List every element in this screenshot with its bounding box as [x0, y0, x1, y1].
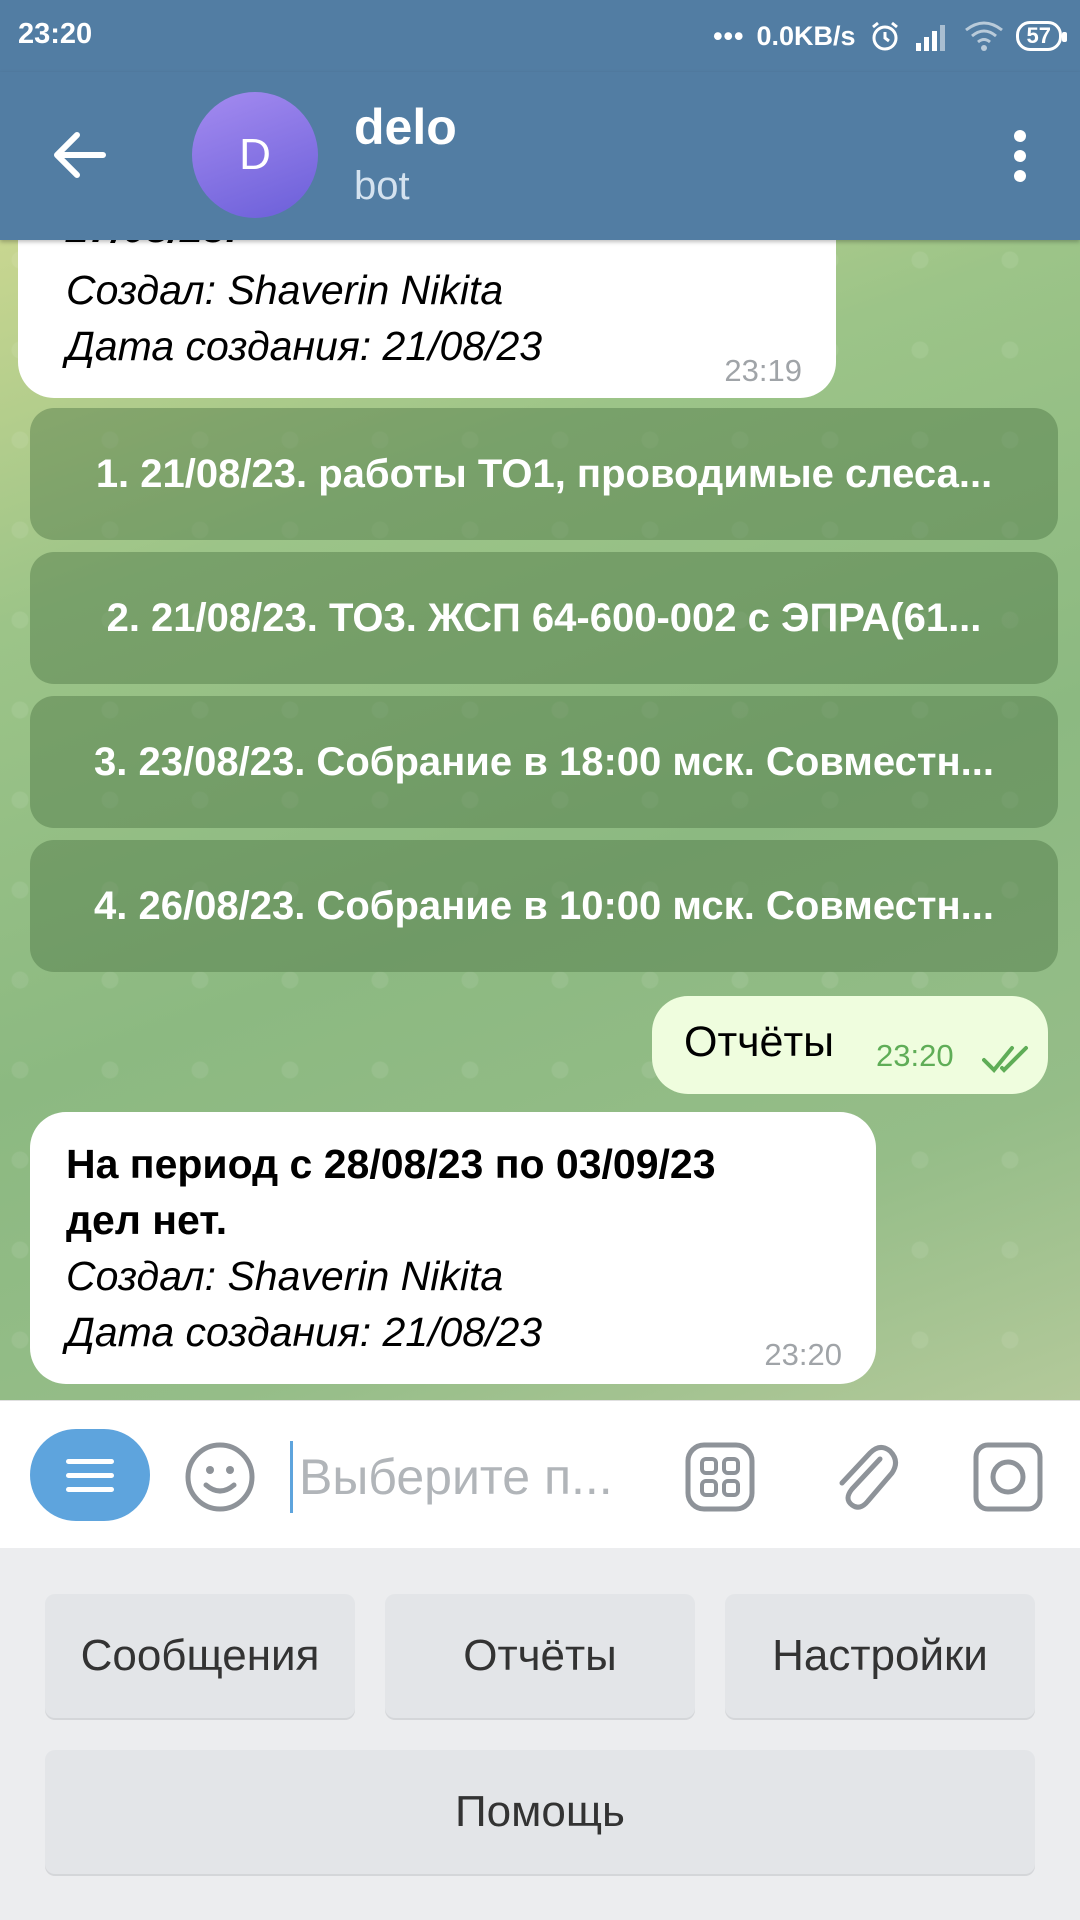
arrow-left-icon [54, 132, 106, 178]
inline-button-4[interactable]: 4. 26/08/23. Собрание в 10:00 мск. Совме… [30, 840, 1058, 972]
message-creator: Создал: Shaverin Nikita [66, 267, 504, 313]
alarm-icon [871, 21, 898, 51]
network-speed: 0.0KB/s [756, 20, 856, 51]
outgoing-message[interactable]: Отчёты 23:20 [652, 996, 1048, 1094]
wifi-icon [964, 21, 1003, 51]
double-check-icon [982, 1046, 1028, 1073]
message-text-line: дел нет. [66, 1197, 228, 1243]
chat-subtitle: bot [354, 164, 410, 208]
message-text-line: На период с 28/08/23 по 03/09/23 [66, 1141, 716, 1187]
message-date: Дата создания: 21/08/23 [66, 323, 543, 369]
inline-button-1[interactable]: 1. 21/08/23. работы ТО1, проводимые слес… [30, 408, 1058, 540]
inline-button-label: 2. 21/08/23. ТО3. ЖСП 64-600-002 с ЭПРА(… [106, 595, 982, 640]
message-date: Дата создания: 21/08/23 [66, 1309, 543, 1355]
camera-icon[interactable] [972, 1441, 1044, 1513]
incoming-message[interactable]: На период с 28/08/23 по 03/09/23 дел нет… [30, 1112, 876, 1384]
paperclip-icon[interactable] [828, 1437, 900, 1513]
message-text: Отчёты [684, 1018, 835, 1066]
inline-button-label: 1. 21/08/23. работы ТО1, проводимые слес… [95, 451, 993, 496]
message-creator: Создал: Shaverin Nikita [66, 1253, 504, 1299]
emoji-icon[interactable] [184, 1441, 256, 1513]
more-notifications-icon: ••• [713, 20, 745, 51]
bot-menu-button[interactable] [30, 1429, 150, 1521]
inline-button-2[interactable]: 2. 21/08/23. ТО3. ЖСП 64-600-002 с ЭПРА(… [30, 552, 1058, 684]
message-time: 23:20 [764, 1337, 842, 1372]
status-bar: 23:20 ••• 0.0KB/s 57 [0, 0, 1080, 72]
avatar[interactable]: D [192, 92, 318, 218]
keyboard-button-settings[interactable]: Настройки [725, 1594, 1035, 1718]
inline-button-3[interactable]: 3. 23/08/23. Собрание в 18:00 мск. Совме… [30, 696, 1058, 828]
keyboard-button-help[interactable]: Помощь [45, 1750, 1035, 1874]
bot-keyboard: Сообщения Отчёты Настройки Помощь [0, 1548, 1080, 1920]
signal-icon [915, 25, 945, 51]
message-time: 23:20 [876, 1038, 954, 1073]
message-time: 23:19 [724, 353, 802, 388]
more-vertical-icon [1014, 130, 1026, 182]
status-icons: ••• 0.0KB/s 57 [713, 16, 1068, 56]
message-input[interactable] [290, 1441, 650, 1513]
keyboard-button-messages[interactable]: Сообщения [45, 1594, 355, 1718]
inline-button-label: 4. 26/08/23. Собрание в 10:00 мск. Совме… [94, 883, 994, 928]
incoming-message[interactable]: 27/08/23. Создал: Shaverin Nikita Дата с… [18, 240, 836, 398]
chat-title[interactable]: delo [354, 98, 457, 156]
more-menu-button[interactable] [1000, 124, 1040, 188]
battery-level: 57 [1026, 23, 1051, 48]
inline-button-label: 3. 23/08/23. Собрание в 18:00 мск. Совме… [94, 739, 994, 784]
commands-icon[interactable] [684, 1441, 756, 1513]
menu-icon [66, 1459, 114, 1492]
back-button[interactable] [48, 124, 110, 186]
keyboard-button-reports[interactable]: Отчёты [385, 1594, 695, 1718]
message-text-line: 27/08/23. [66, 240, 237, 257]
chat-area[interactable]: 27/08/23. Создал: Shaverin Nikita Дата с… [0, 240, 1080, 1400]
chat-header: D delo bot [0, 72, 1080, 240]
status-time: 23:20 [18, 18, 93, 50]
battery-icon: 57 [1015, 21, 1068, 51]
message-input-bar [0, 1400, 1080, 1548]
